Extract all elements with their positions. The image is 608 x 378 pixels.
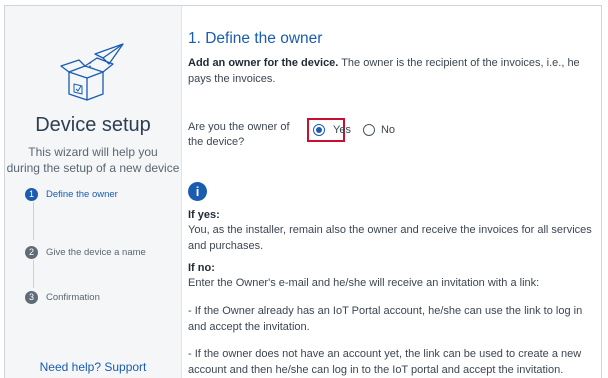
section-title: 1. Define the owner bbox=[188, 30, 323, 47]
wizard-steps: 1 Define the owner 2 Give the device a n… bbox=[5, 6, 181, 378]
wizard-step-confirmation[interactable]: 3 Confirmation bbox=[25, 289, 100, 305]
no-radio-option[interactable]: No bbox=[362, 124, 395, 136]
if-yes-text: You, as the installer, remain also the o… bbox=[188, 224, 592, 252]
if-yes-heading: If yes: bbox=[188, 209, 220, 221]
bullet-new-account: - If the owner does not have an account … bbox=[188, 348, 582, 376]
yes-label[interactable]: Yes bbox=[333, 124, 351, 136]
step-number: 3 bbox=[25, 290, 38, 304]
step-label: Confirmation bbox=[46, 291, 100, 303]
intro-bold: Add an owner for the device. bbox=[188, 57, 339, 69]
wizard-main: 1. Define the owner Add an owner for the… bbox=[188, 6, 602, 378]
no-label[interactable]: No bbox=[381, 124, 395, 136]
yes-radio-option[interactable] bbox=[313, 124, 325, 136]
wizard-step-device-name[interactable]: 2 Give the device a name bbox=[25, 244, 146, 260]
info-icon: i bbox=[188, 182, 207, 201]
no-radio[interactable] bbox=[362, 124, 375, 136]
if-no-heading: If no: bbox=[188, 262, 215, 274]
owner-question: Are you the owner of the device? bbox=[188, 121, 290, 148]
wizard-step-define-owner[interactable]: 1 Define the owner bbox=[25, 186, 118, 202]
if-no-text: Enter the Owner's e-mail and he/she will… bbox=[188, 277, 540, 289]
step-connector bbox=[33, 260, 34, 288]
intro-text: Add an owner for the device. The owner i… bbox=[188, 55, 596, 87]
yes-radio[interactable] bbox=[313, 124, 325, 136]
support-link[interactable]: Need help? Support bbox=[5, 360, 181, 374]
owner-radio-group: Yes No bbox=[307, 118, 395, 142]
bullet-existing-account: - If the Owner already has an IoT Portal… bbox=[188, 305, 583, 333]
step-label: Define the owner bbox=[46, 188, 118, 200]
wizard-sidebar: Device setup This wizard will help you d… bbox=[5, 6, 182, 378]
step-connector bbox=[33, 202, 34, 240]
step-number: 1 bbox=[25, 187, 38, 201]
step-label: Give the device a name bbox=[46, 246, 146, 258]
step-number: 2 bbox=[25, 245, 38, 259]
